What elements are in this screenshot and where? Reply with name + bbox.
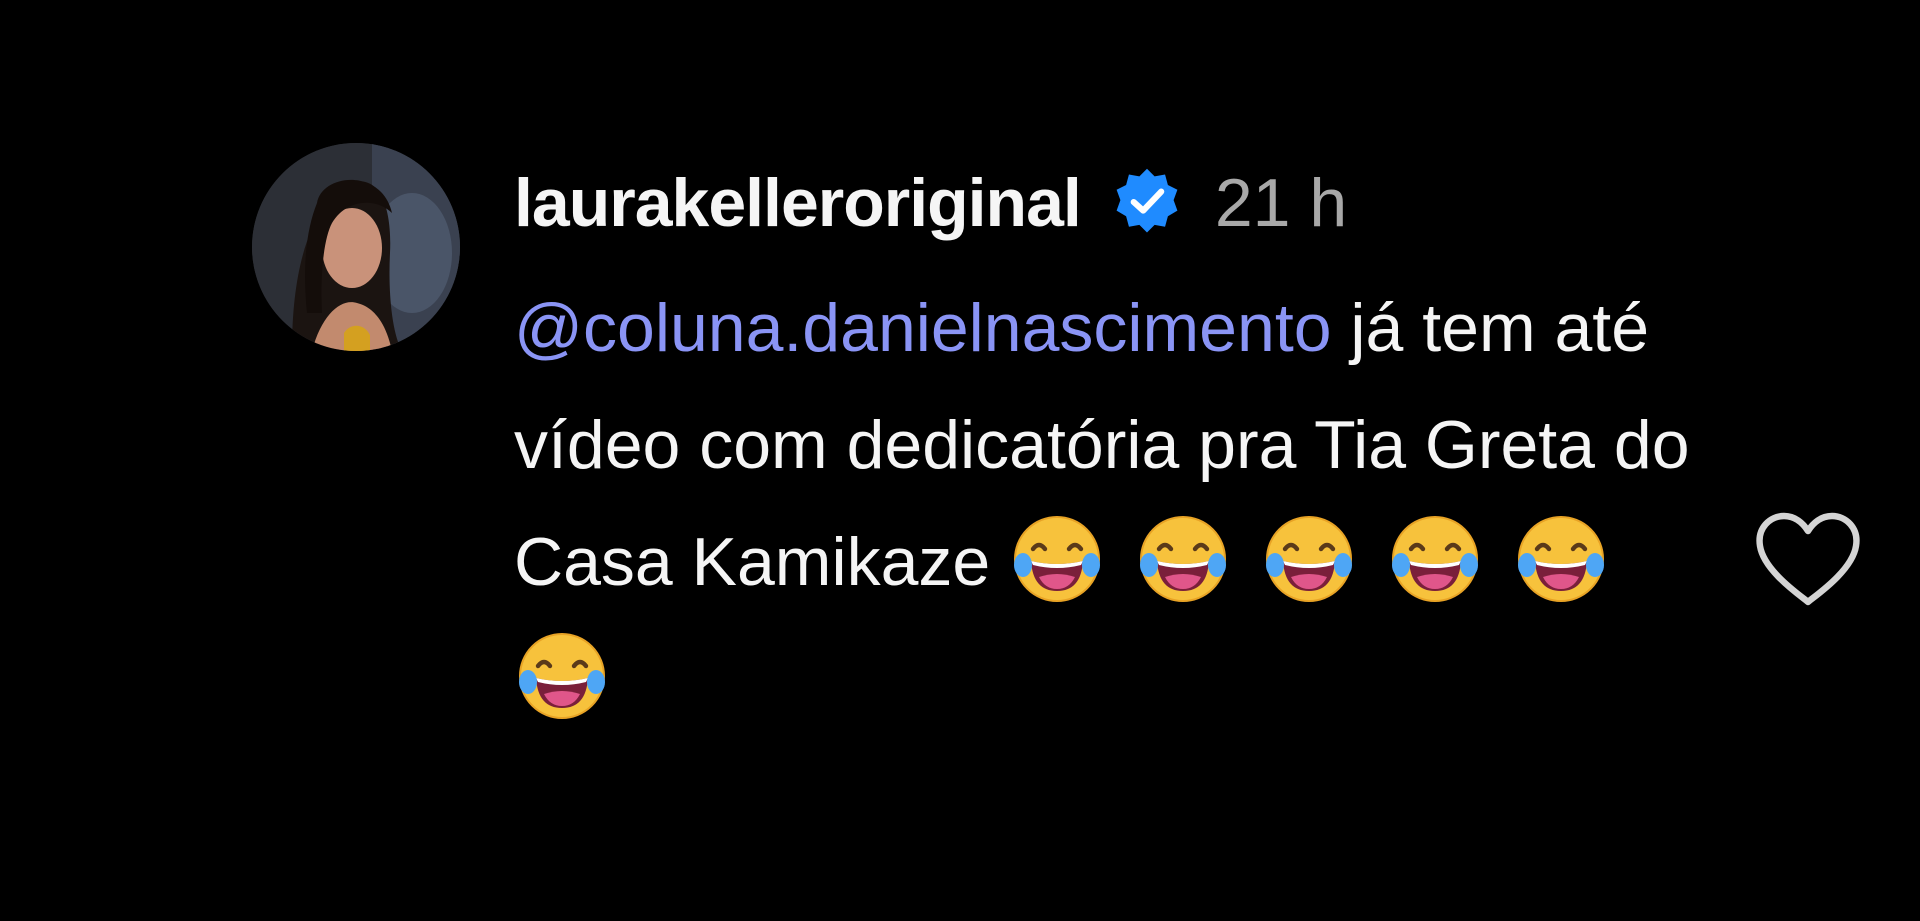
laughing-emoji-icon (1135, 511, 1231, 607)
comment: laurakelleroriginal 21 h @coluna.danieln… (0, 0, 1920, 921)
laughing-emoji-icon (1513, 511, 1609, 607)
laughing-emoji-icon (1387, 511, 1483, 607)
avatar-image (252, 143, 460, 351)
mention-link[interactable]: @coluna.danielnascimento (514, 290, 1332, 366)
like-button[interactable] (1752, 510, 1864, 610)
username[interactable]: laurakelleroriginal (514, 164, 1082, 242)
laughing-emoji-icon (1009, 511, 1105, 607)
comment-header: laurakelleroriginal 21 h (514, 158, 1347, 248)
heart-icon (1756, 512, 1860, 606)
avatar[interactable] (252, 143, 460, 351)
comment-body: @coluna.danielnascimento já tem até víde… (514, 270, 1694, 738)
laughing-emoji-icon (1261, 511, 1357, 607)
comment-time: 21 h (1214, 165, 1348, 241)
verified-badge-icon (1109, 165, 1185, 241)
laughing-emoji-icon (514, 628, 610, 724)
